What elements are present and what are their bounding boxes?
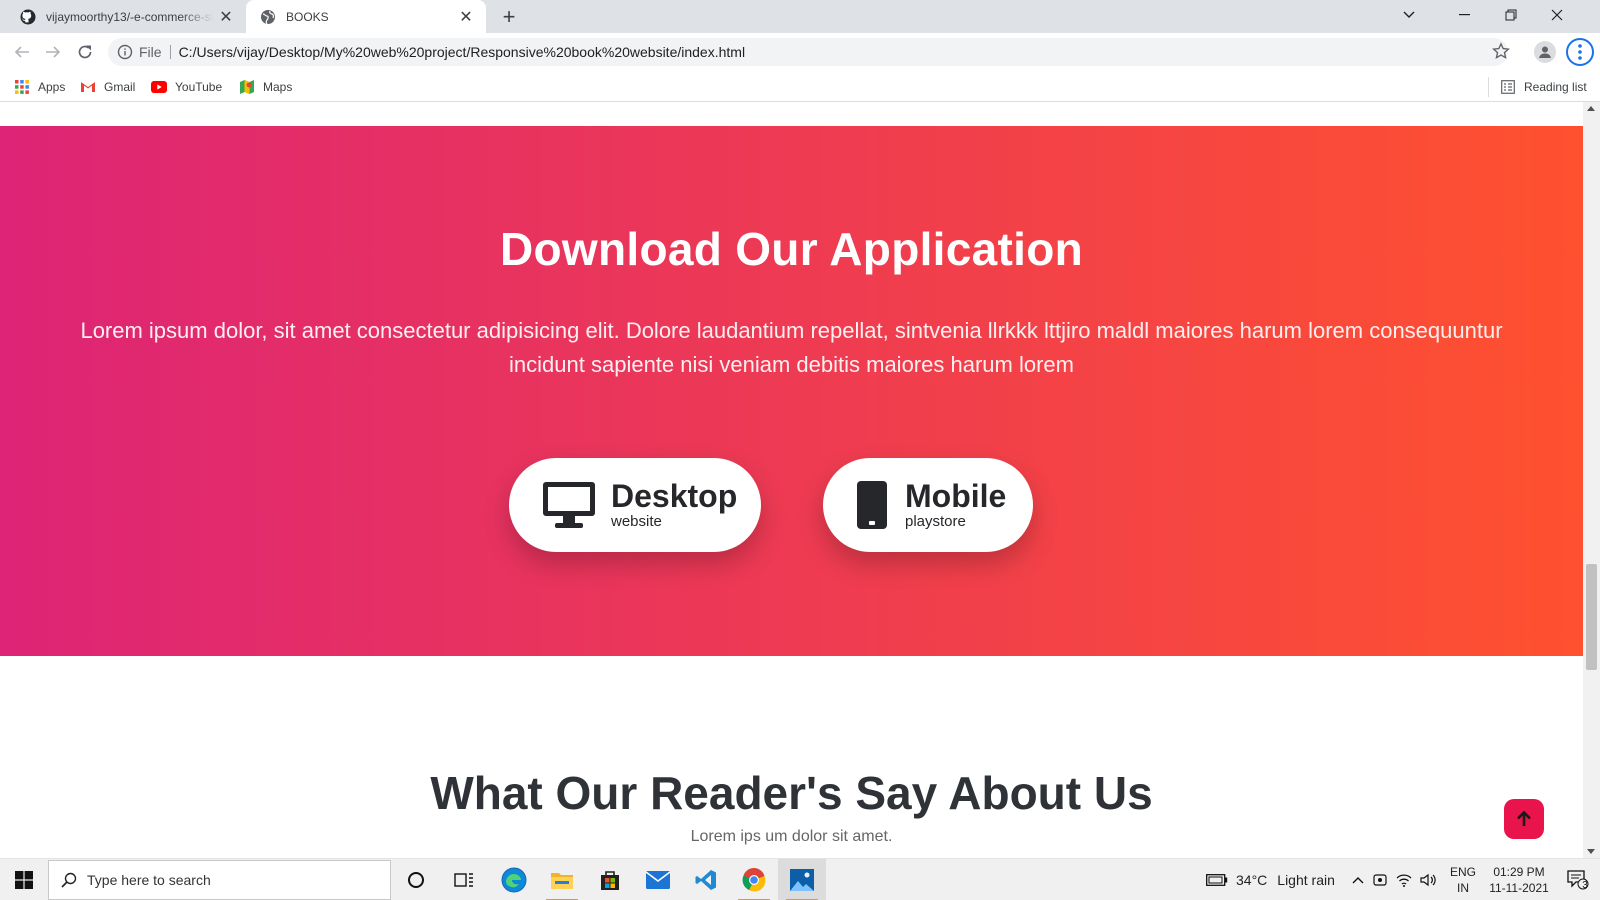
minimize-icon[interactable] (1442, 0, 1488, 30)
bookmark-label: Gmail (104, 80, 136, 94)
page-scrollbar[interactable] (1583, 102, 1600, 858)
notification-center-icon[interactable]: 3 (1560, 859, 1596, 900)
clock[interactable]: 01:29 PM 11-11-2021 (1482, 859, 1556, 900)
screen: vijaymoorthy13/-e-commerce-site ✕ BOOKS … (0, 0, 1600, 900)
url-scheme: File (139, 45, 171, 59)
mobile-sub-label: playstore (905, 513, 966, 530)
reviews-title: What Our Reader's Say About Us (430, 767, 1153, 819)
vscode-icon[interactable] (682, 859, 730, 900)
info-icon[interactable] (117, 44, 133, 60)
url-text[interactable]: C:/Users/vijay/Desktop/My%20web%20projec… (179, 44, 746, 60)
search-placeholder: Type here to search (87, 872, 211, 888)
address-bar[interactable]: File C:/Users/vijay/Desktop/My%20web%20p… (108, 38, 1508, 66)
scroll-down-arrow-icon[interactable] (1587, 849, 1595, 854)
desktop-sub-label: website (611, 513, 662, 530)
clock-date: 11-11-2021 (1489, 881, 1549, 895)
maps-icon (239, 79, 255, 95)
volume-icon[interactable] (1418, 859, 1438, 900)
youtube-icon (151, 79, 167, 95)
mobile-playstore-button[interactable]: Mobile playstore (823, 458, 1033, 552)
language-indicator[interactable]: ENG IN (1446, 859, 1480, 900)
wifi-icon[interactable] (1394, 859, 1414, 900)
reading-list-icon (1500, 79, 1516, 95)
weather-widget[interactable]: 34°C Light rain (1236, 859, 1335, 900)
download-section: Download Our Application Lorem ipsum dol… (0, 126, 1583, 656)
desktop-button-text: Desktop website (611, 479, 737, 531)
desktop-website-button[interactable]: Desktop website (509, 458, 761, 552)
photos-icon[interactable] (778, 859, 826, 900)
cortana-icon[interactable] (392, 859, 440, 900)
tab-title: BOOKS (286, 9, 329, 24)
back-arrow-icon[interactable] (7, 37, 37, 67)
bookmark-label: Apps (38, 80, 66, 94)
windows-start-icon[interactable] (0, 859, 48, 900)
scroll-thumb[interactable] (1586, 564, 1597, 670)
task-view-icon[interactable] (440, 859, 488, 900)
forward-arrow-icon[interactable] (38, 37, 68, 67)
weather-condition: Light rain (1277, 872, 1335, 888)
bookmark-label: YouTube (175, 80, 223, 94)
restore-icon[interactable] (1488, 0, 1534, 30)
page-viewport: Download Our Application Lorem ipsum dol… (0, 102, 1583, 858)
clock-time: 01:29 PM (1493, 865, 1545, 879)
bookmark-star-icon[interactable] (1492, 42, 1510, 65)
tab-strip: vijaymoorthy13/-e-commerce-site ✕ BOOKS … (0, 0, 1600, 33)
scroll-up-arrow-icon[interactable] (1587, 106, 1595, 111)
chevron-up-icon[interactable] (1348, 859, 1368, 900)
bookmark-apps[interactable]: Apps (14, 77, 65, 97)
language-region: IN (1457, 881, 1469, 895)
desktop-icon (541, 480, 597, 530)
mobile-button-text: Mobile playstore (905, 479, 1006, 531)
meet-now-icon[interactable] (1370, 859, 1390, 900)
download-title: Download Our Application (499, 223, 1084, 275)
language-code: ENG (1449, 865, 1476, 879)
close-icon[interactable]: ✕ (214, 5, 238, 29)
scroll-to-top-button[interactable] (1504, 799, 1544, 839)
more-menu-icon[interactable] (1566, 38, 1594, 66)
bookmarks-divider (1488, 77, 1489, 97)
bookmark-maps[interactable]: Maps (239, 77, 292, 97)
close-window-icon[interactable] (1534, 0, 1580, 30)
search-icon (61, 872, 77, 888)
mobile-icon (857, 481, 887, 529)
download-description: Lorem ipsum dolor, sit amet consectetur … (80, 318, 1503, 377)
mobile-label: Mobile (905, 478, 1007, 514)
taskbar-search-box[interactable]: Type here to search (48, 860, 391, 900)
mail-icon[interactable] (634, 859, 682, 900)
file-explorer-icon[interactable] (538, 859, 586, 900)
close-icon[interactable]: ✕ (454, 5, 478, 29)
desktop-label: Desktop (611, 478, 738, 514)
microsoft-store-icon[interactable] (586, 859, 634, 900)
tab-github[interactable]: vijaymoorthy13/-e-commerce-site ✕ (8, 0, 246, 33)
gmail-icon (80, 79, 96, 95)
browser-toolbar: File C:/Users/vijay/Desktop/My%20web%20p… (0, 33, 1600, 71)
reading-list-button[interactable]: Reading list (1500, 77, 1587, 97)
globe-icon (260, 9, 276, 25)
apps-grid-icon (14, 79, 30, 95)
tab-search-chevron-icon[interactable] (1386, 0, 1432, 30)
tab-title: vijaymoorthy13/-e-commerce-site (46, 9, 214, 24)
bookmark-youtube[interactable]: YouTube (151, 77, 222, 97)
reviews-subtitle: Lorem ips um dolor sit amet. (690, 828, 893, 845)
edge-browser-icon[interactable] (490, 859, 538, 900)
weather-temp: 34°C (1236, 872, 1268, 888)
github-icon (20, 9, 36, 25)
notification-count: 3 (1582, 880, 1588, 891)
arrow-up-icon (1517, 810, 1531, 826)
bookmark-gmail[interactable]: Gmail (80, 77, 135, 97)
new-tab-button[interactable]: + (496, 4, 522, 30)
chrome-icon[interactable] (730, 859, 778, 900)
bookmark-label: Maps (263, 80, 293, 94)
profile-avatar-icon[interactable] (1534, 41, 1556, 63)
battery-icon[interactable] (1204, 859, 1230, 900)
tab-books[interactable]: BOOKS ✕ (246, 0, 486, 33)
windows-taskbar: Type here to search 34°C Light rain ENG … (0, 858, 1600, 900)
reading-list-label: Reading list (1524, 80, 1587, 94)
bookmarks-bar: Apps Gmail YouTube Maps Reading list (0, 71, 1600, 102)
reload-icon[interactable] (70, 37, 100, 67)
